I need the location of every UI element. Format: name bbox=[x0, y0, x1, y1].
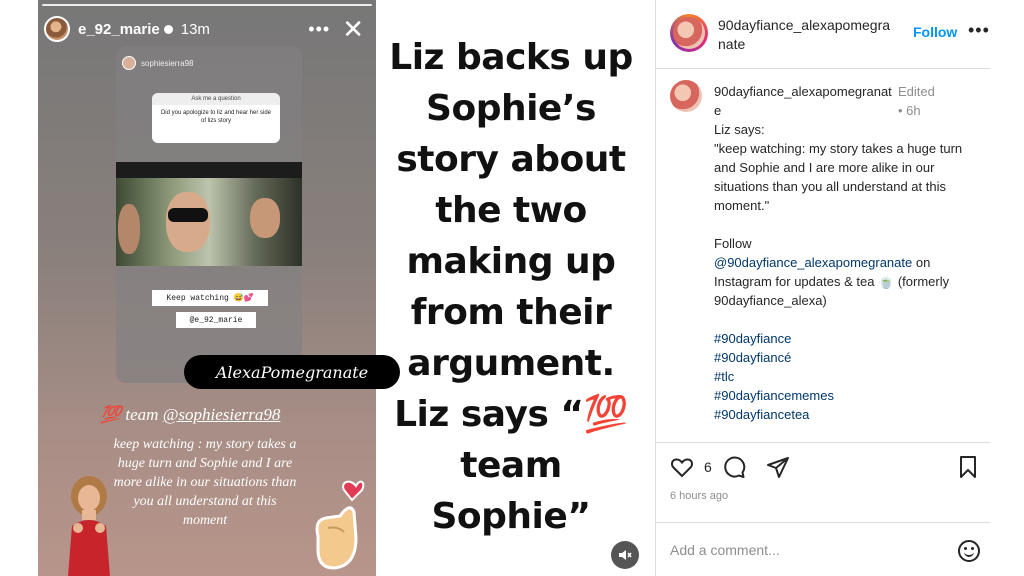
comment-avatar[interactable] bbox=[670, 80, 702, 112]
story-header: e_92_marie 13m ••• ✕ bbox=[44, 14, 370, 44]
team-mention[interactable]: @sophiesierra98 bbox=[163, 405, 281, 424]
caption-follow-word: Follow bbox=[714, 236, 752, 251]
story-panel: e_92_marie 13m ••• ✕ sophiesierra98 Ask … bbox=[38, 0, 376, 576]
inner-username: sophiesierra98 bbox=[141, 58, 194, 68]
caption-quote: "keep watching: my story takes a huge tu… bbox=[714, 141, 963, 213]
post-avatar[interactable] bbox=[670, 14, 708, 52]
add-comment-input[interactable]: Add a comment... bbox=[670, 542, 940, 558]
comment-icon[interactable] bbox=[722, 455, 746, 479]
story-progress-bar bbox=[42, 4, 372, 6]
comment-username[interactable]: 90dayfiance_alexapomegranate bbox=[714, 82, 894, 120]
bookmark-icon[interactable] bbox=[956, 455, 980, 479]
follow-button[interactable]: Follow bbox=[913, 24, 957, 40]
inner-story-screenshot: sophiesierra98 Ask me a question Did you… bbox=[116, 46, 302, 383]
speaker-muted-icon bbox=[619, 550, 632, 560]
close-icon[interactable]: ✕ bbox=[342, 16, 364, 42]
like-count[interactable]: 6 bbox=[704, 459, 712, 475]
dot-separator-icon bbox=[163, 24, 173, 34]
inner-story-header: sophiesierra98 bbox=[122, 56, 193, 70]
caption-comment: 90dayfiance_alexapomegranate Edited • 6h… bbox=[656, 70, 990, 442]
divider bbox=[656, 522, 990, 523]
hashtag-link[interactable]: #90dayfiance bbox=[714, 329, 974, 348]
share-icon[interactable] bbox=[766, 455, 790, 479]
car-photo bbox=[116, 162, 302, 266]
heart-icon[interactable] bbox=[670, 455, 694, 479]
more-horizontal-icon[interactable]: ••• bbox=[308, 19, 330, 40]
finger-heart-sticker bbox=[315, 480, 365, 570]
story-time: 13m bbox=[180, 20, 210, 38]
comment-meta: Edited • 6h bbox=[898, 84, 935, 118]
mute-icon[interactable] bbox=[611, 541, 639, 569]
question-title: Ask me a question bbox=[152, 93, 280, 105]
team-line: 💯 team @sophiesierra98 bbox=[100, 405, 280, 425]
hashtag-link[interactable]: #90dayfiancetea bbox=[714, 405, 974, 424]
more-options-icon[interactable]: ••• bbox=[968, 20, 990, 41]
post-header: 90dayfiance_alexapomegranate Follow ••• bbox=[656, 0, 990, 69]
post-username[interactable]: 90dayfiance_alexapomegranate bbox=[718, 16, 892, 54]
caption-follow-link[interactable]: @90dayfiance_alexapomegranate bbox=[714, 255, 912, 270]
caption-line-intro: Liz says: bbox=[714, 122, 765, 137]
question-text: Did you apologize to liz and hear her si… bbox=[160, 110, 272, 124]
post-actions: 6 bbox=[670, 455, 980, 485]
caption-body: Liz says: "keep watching: my story takes… bbox=[714, 120, 974, 424]
story-avatar[interactable] bbox=[44, 16, 70, 42]
woman-sticker bbox=[68, 476, 110, 576]
keep-watching-sticker: Keep watching 😅💕 bbox=[152, 290, 268, 306]
watermark-badge: AlexaPomegranate bbox=[184, 355, 400, 389]
hashtag-link[interactable]: #tlc bbox=[714, 367, 974, 386]
story-username[interactable]: e_92_marie bbox=[78, 21, 160, 38]
inner-avatar bbox=[122, 56, 136, 70]
mention-sticker[interactable]: @e_92_marie bbox=[176, 312, 256, 328]
divider bbox=[656, 442, 990, 443]
headline-text: Liz backs up Sophie’s story about the tw… bbox=[389, 37, 633, 537]
post-panel: 90dayfiance_alexapomegranate Follow ••• … bbox=[655, 0, 990, 576]
story-caption: keep watching : my story takes a huge tu… bbox=[113, 437, 297, 528]
hashtag-link[interactable]: #90dayfiancememes bbox=[714, 386, 974, 405]
hashtag-link[interactable]: #90dayfiancé bbox=[714, 348, 974, 367]
emoji-icon[interactable] bbox=[958, 540, 980, 562]
caption-follow-line: Follow @90dayfiance_alexapomegranate on I… bbox=[714, 234, 974, 310]
team-prefix: 💯 team bbox=[100, 405, 163, 424]
post-time: 6 hours ago bbox=[670, 490, 729, 502]
question-sticker: Ask me a question Did you apologize to l… bbox=[152, 93, 280, 143]
